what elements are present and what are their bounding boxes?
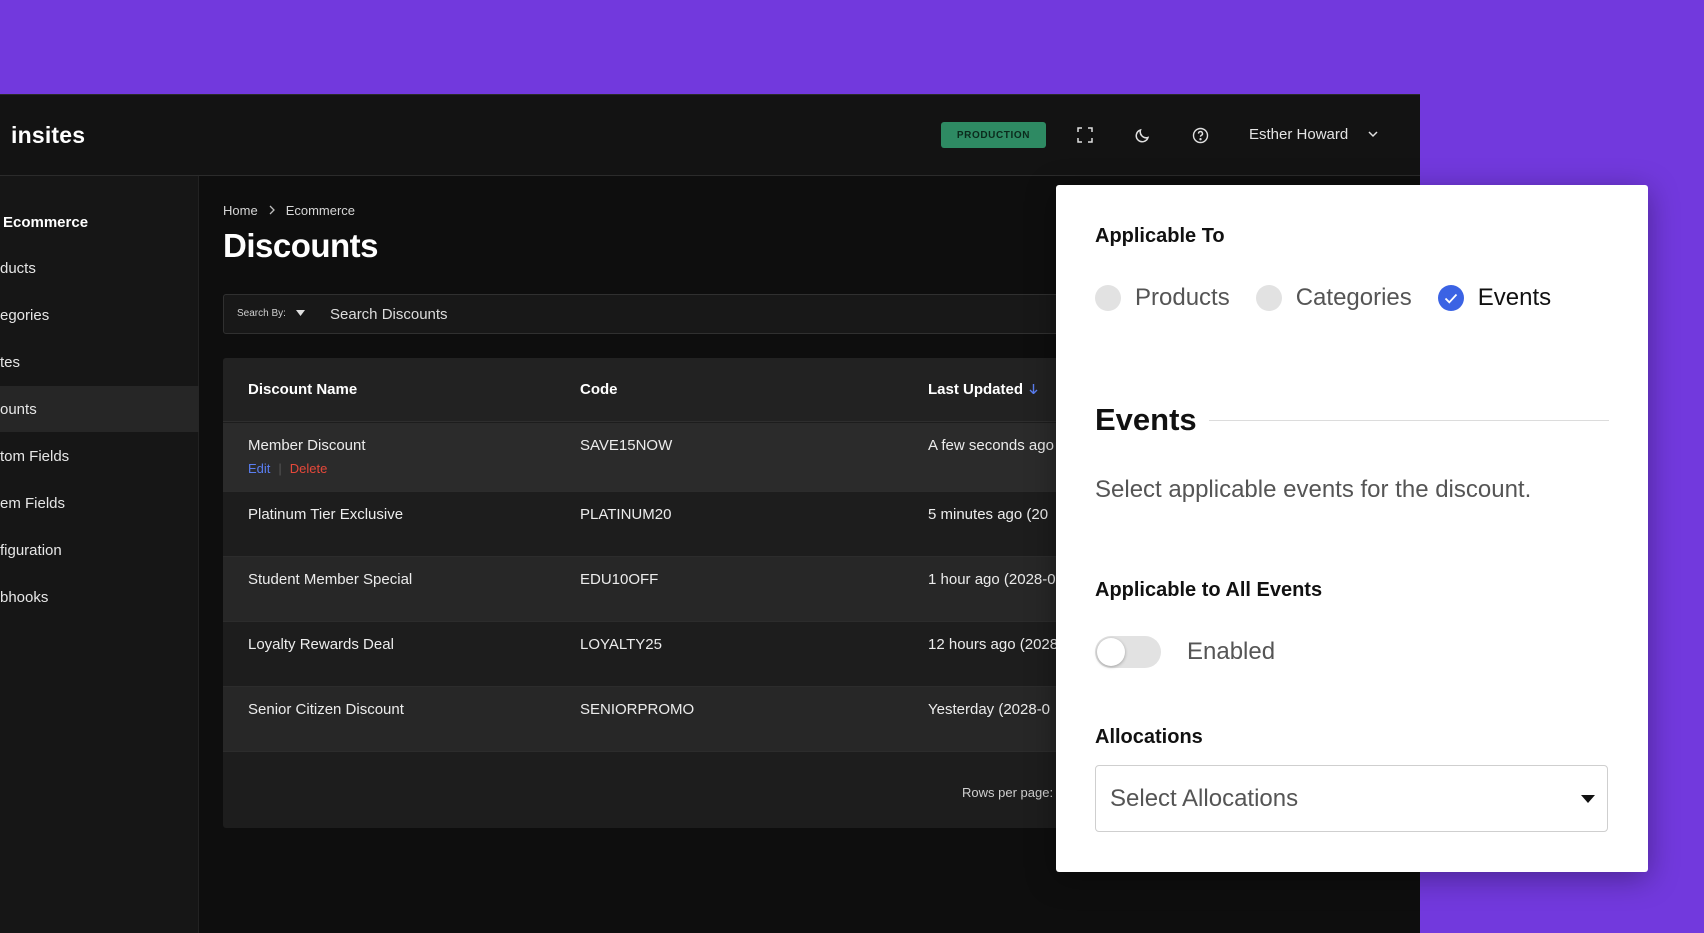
sidebar-item-system-fields[interactable]: em Fields (0, 480, 199, 526)
applicable-to-options: Products Categories Events (1095, 284, 1577, 312)
app-logo: insites (11, 122, 86, 148)
events-section-heading: Events (1095, 402, 1197, 437)
chevron-right-icon (268, 203, 276, 218)
discount-settings-panel: Applicable To Products Categories Events… (1056, 185, 1648, 872)
cell-code: EDU10OFF (580, 571, 659, 588)
sidebar-item-configuration[interactable]: figuration (0, 527, 199, 573)
sidebar-section-ecommerce[interactable]: Ecommerce (0, 199, 199, 245)
column-header-label: Code (580, 381, 618, 398)
environment-badge: PRODUCTION (941, 122, 1046, 148)
search-input[interactable] (330, 300, 930, 328)
section-divider (1209, 420, 1609, 421)
cell-discount-name: Platinum Tier Exclusive (248, 506, 404, 523)
delete-link[interactable]: Delete (290, 461, 328, 476)
allocations-heading: Allocations (1095, 726, 1203, 748)
breadcrumb: Home Ecommerce (223, 203, 355, 218)
search-by-dropdown[interactable]: Search By: (237, 308, 305, 319)
sidebar-item-label: figuration (0, 541, 62, 559)
chevron-down-icon[interactable] (1366, 127, 1382, 143)
cell-last-updated: 5 minutes ago (20 (928, 506, 1049, 523)
rows-per-page-label: Rows per page: (962, 785, 1054, 800)
row-actions: Edit | Delete (248, 461, 327, 476)
allocations-placeholder: Select Allocations (1110, 785, 1299, 812)
all-events-toggle[interactable] (1095, 636, 1161, 668)
cell-discount-name: Member Discount (248, 437, 366, 454)
sidebar-item-label: ducts (0, 259, 36, 277)
help-icon[interactable] (1190, 125, 1210, 145)
cell-last-updated: 12 hours ago (2028 (928, 636, 1059, 653)
edit-link[interactable]: Edit (248, 461, 270, 476)
cell-code: SAVE15NOW (580, 437, 673, 454)
option-label: Events (1477, 284, 1552, 311)
cell-discount-name: Senior Citizen Discount (248, 701, 404, 718)
option-events[interactable]: Events (1437, 284, 1552, 312)
sort-arrow-down-icon (1029, 381, 1038, 398)
search-by-label: Search By: (237, 308, 286, 319)
action-separator: | (278, 461, 282, 476)
sidebar-item-label: tes (0, 353, 21, 371)
allocations-select[interactable]: Select Allocations (1095, 765, 1608, 832)
sidebar-item-webhooks[interactable]: bhooks (0, 574, 199, 620)
sidebar-item-discounts[interactable]: ounts (0, 386, 199, 432)
page-title: Discounts (223, 227, 379, 264)
sidebar-item-categories[interactable]: egories (0, 292, 199, 338)
option-label: Products (1135, 284, 1230, 311)
sidebar-item-label: em Fields (0, 494, 66, 512)
top-bar: insites PRODUCTION Esther Howard (0, 95, 1420, 176)
cell-code: SENIORPROMO (580, 701, 695, 718)
sidebar-item-custom-fields[interactable]: tom Fields (0, 433, 199, 479)
breadcrumb-current[interactable]: Ecommerce (286, 203, 355, 218)
breadcrumb-home[interactable]: Home (223, 203, 258, 218)
sidebar-item-products[interactable]: ducts (0, 245, 199, 291)
checkmark-icon (1437, 285, 1464, 311)
sidebar-item-label: bhooks (0, 588, 49, 606)
option-categories[interactable]: Categories (1255, 284, 1412, 312)
sidebar: Ecommerce ducts egories tes ounts tom Fi… (0, 176, 199, 933)
moon-icon[interactable] (1133, 125, 1153, 145)
column-header-label: Last Updated (928, 381, 1024, 398)
sidebar-item-rates[interactable]: tes (0, 339, 199, 385)
option-products[interactable]: Products (1095, 284, 1230, 312)
toggle-knob (1097, 638, 1125, 666)
cell-last-updated: Yesterday (2028-0 (928, 701, 1051, 718)
user-menu-name[interactable]: Esther Howard (1249, 126, 1348, 143)
all-events-heading: Applicable to All Events (1095, 579, 1323, 601)
cell-discount-name: Student Member Special (248, 571, 413, 588)
cell-discount-name: Loyalty Rewards Deal (248, 636, 394, 653)
column-header-last-updated[interactable]: Last Updated (928, 381, 1038, 398)
column-header-label: Discount Name (248, 381, 358, 398)
cell-code: PLATINUM20 (580, 506, 672, 523)
cell-last-updated: A few seconds ago (928, 437, 1054, 454)
column-header-discount-name[interactable]: Discount Name (248, 381, 357, 398)
radio-unchecked-icon (1095, 285, 1121, 311)
toggle-label: Enabled (1187, 638, 1276, 665)
option-label: Categories (1295, 284, 1412, 311)
fullscreen-icon[interactable] (1075, 125, 1095, 145)
caret-down-icon (1581, 795, 1595, 803)
events-description: Select applicable events for the discoun… (1095, 476, 1532, 503)
sidebar-item-label: egories (0, 306, 50, 324)
cell-last-updated: 1 hour ago (2028-0 (928, 571, 1056, 588)
sidebar-item-label: Ecommerce (3, 213, 89, 231)
column-header-code[interactable]: Code (580, 381, 618, 398)
cell-code: LOYALTY25 (580, 636, 662, 653)
applicable-to-heading: Applicable To (1095, 225, 1225, 247)
caret-down-icon (295, 308, 305, 319)
radio-unchecked-icon (1255, 285, 1282, 311)
sidebar-item-label: tom Fields (0, 447, 70, 465)
sidebar-item-label: ounts (0, 400, 37, 418)
